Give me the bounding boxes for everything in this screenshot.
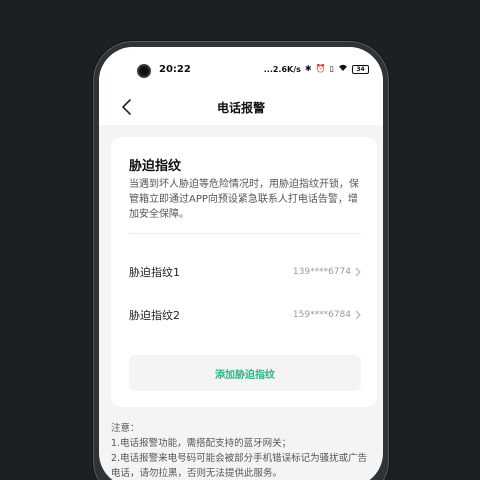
fingerprint-item-2[interactable]: 胁迫指纹2 159****6784 — [129, 304, 361, 326]
battery-icon: 34 — [352, 64, 369, 74]
divider — [129, 233, 361, 234]
note-line-1: 1.电话报警功能，需搭配支持的蓝牙网关； — [111, 438, 292, 449]
fingerprint-phone: 159****6784 — [292, 310, 351, 320]
vibrate-icon: ▯ — [329, 64, 334, 73]
status-icons: ...2.6K/s ✱ ⏰ ▯ 34 — [264, 64, 369, 74]
fingerprint-label: 胁迫指纹1 — [129, 266, 180, 279]
bluetooth-icon: ✱ — [304, 64, 312, 73]
note-line-2: 2.电话报警来电号码可能会被部分手机错误标记为骚扰或广告电话，请勿拉黑，否则无法… — [111, 453, 368, 479]
battery-level: 34 — [356, 65, 365, 73]
fingerprint-item-1[interactable]: 胁迫指纹1 139****6774 — [129, 261, 361, 283]
duress-fingerprint-card: 胁迫指纹 当遇到坏人胁迫等危险情况时，用胁迫指纹开锁，保管箱立即通过APP向预设… — [111, 137, 377, 407]
fingerprint-label: 胁迫指纹2 — [129, 309, 180, 322]
notes-heading: 注意： — [111, 423, 140, 434]
chevron-right-icon — [355, 267, 361, 277]
chevron-right-icon — [355, 310, 361, 320]
nav-bar: 电话报警 — [99, 89, 383, 125]
page-title: 电话报警 — [216, 101, 265, 115]
network-speed: ...2.6K/s — [263, 64, 301, 74]
status-time: 20:22 — [159, 64, 191, 75]
add-duress-fingerprint-button[interactable]: 添加胁迫指纹 — [129, 355, 361, 391]
card-title: 胁迫指纹 — [129, 159, 182, 174]
alarm-icon: ⏰ — [315, 64, 326, 73]
phone-screen: 20:22 ...2.6K/s ✱ ⏰ ▯ 34 电话报警 胁迫指纹 当遇到坏人… — [99, 47, 383, 480]
status-bar: 20:22 ...2.6K/s ✱ ⏰ ▯ 34 — [99, 47, 383, 89]
front-camera — [137, 64, 151, 78]
fingerprint-phone: 139****6774 — [292, 267, 351, 277]
card-description: 当遇到坏人胁迫等危险情况时，用胁迫指纹开锁，保管箱立即通过APP向预设紧急联系人… — [129, 179, 359, 220]
fingerprint-detail: 139****6774 — [293, 267, 361, 277]
notes-section: 注意： 1.电话报警功能，需搭配支持的蓝牙网关； 2.电话报警来电号码可能会被部… — [111, 421, 373, 480]
fingerprint-detail: 159****6784 — [293, 310, 361, 320]
wifi-icon — [338, 64, 348, 74]
